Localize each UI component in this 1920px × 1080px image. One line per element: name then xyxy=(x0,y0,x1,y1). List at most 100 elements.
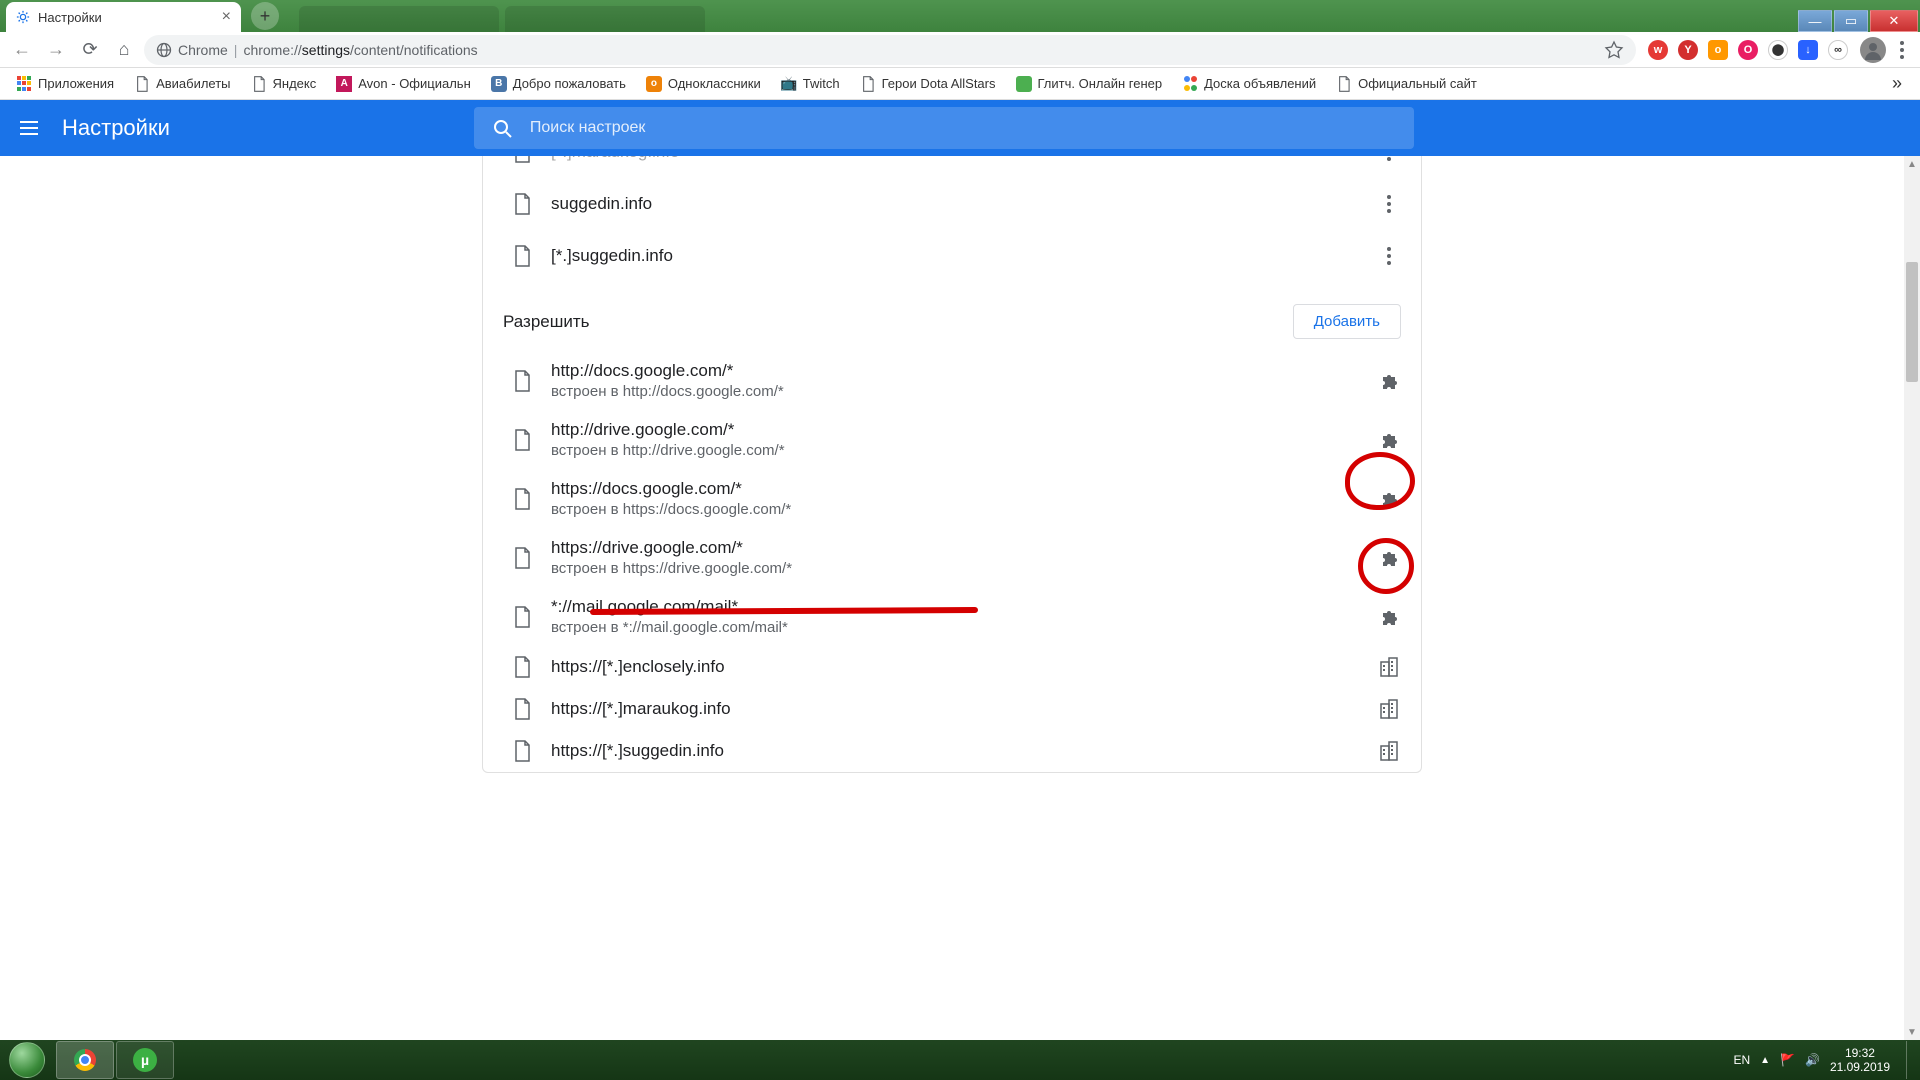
bookmark-label: Глитч. Онлайн генер xyxy=(1038,76,1163,91)
ext-vk-icon[interactable]: w xyxy=(1648,40,1668,60)
tray-volume-icon[interactable]: 🔊 xyxy=(1805,1053,1820,1067)
tab-title: Настройки xyxy=(38,10,102,25)
ext-unknown1-icon[interactable]: ⬤ xyxy=(1768,40,1788,60)
site-sub: встроен в http://docs.google.com/* xyxy=(551,383,1359,400)
site-row-blocked: [*.]maraukog.info xyxy=(483,156,1421,178)
ext-yab-icon[interactable]: Y xyxy=(1678,40,1698,60)
page-icon xyxy=(134,76,150,92)
site-more-button[interactable] xyxy=(1377,244,1401,268)
home-button[interactable]: ⌂ xyxy=(110,36,138,64)
file-icon xyxy=(513,740,531,762)
bookmark-twitch[interactable]: 📺Twitch xyxy=(773,72,848,96)
back-button[interactable]: ← xyxy=(8,36,36,64)
ext-opera-icon[interactable]: O xyxy=(1738,40,1758,60)
tab-close-icon[interactable]: × xyxy=(222,8,231,26)
building-icon[interactable] xyxy=(1379,698,1401,720)
scrollbar-thumb[interactable] xyxy=(1906,262,1918,382)
bookmark-avon[interactable]: A Avon - Официальн xyxy=(328,72,479,96)
bookmark-label: Авиабилеты xyxy=(156,76,230,91)
site-row-blocked: suggedin.info xyxy=(483,178,1421,230)
site-url: https://[*.]enclosely.info xyxy=(551,657,1359,677)
hamburger-menu-button[interactable] xyxy=(20,121,38,135)
file-icon xyxy=(513,698,531,720)
taskbar-utorrent[interactable]: µ xyxy=(116,1041,174,1079)
add-site-button[interactable]: Добавить xyxy=(1293,304,1401,339)
bookmark-ok[interactable]: oОдноклассники xyxy=(638,72,769,96)
scrollbar[interactable]: ▲ ▼ xyxy=(1904,156,1920,1040)
site-more-button[interactable] xyxy=(1377,192,1401,216)
file-icon xyxy=(513,245,531,267)
tray-arrow-icon[interactable]: ▲ xyxy=(1760,1055,1770,1066)
extension-icon[interactable] xyxy=(1379,547,1401,569)
settings-search-input[interactable] xyxy=(530,119,1396,137)
site-url: https://drive.google.com/* xyxy=(551,538,1359,558)
site-row-allowed: https://[*.]suggedin.info xyxy=(483,730,1421,772)
site-row-allowed: https://[*.]enclosely.info xyxy=(483,646,1421,688)
browser-menu-button[interactable] xyxy=(1892,41,1912,59)
scroll-down-button[interactable]: ▼ xyxy=(1904,1024,1920,1040)
bookmark-apps[interactable]: Приложения xyxy=(8,72,122,96)
settings-title: Настройки xyxy=(62,115,170,141)
bookmark-board[interactable]: Доска объявлений xyxy=(1174,72,1324,96)
extension-icon[interactable] xyxy=(1379,429,1401,451)
titlebar: Настройки × + — ▭ ✕ xyxy=(0,0,1920,32)
site-url: https://docs.google.com/* xyxy=(551,479,1359,499)
globe-icon xyxy=(156,42,172,58)
site-url: http://docs.google.com/* xyxy=(551,361,1359,381)
bookmark-label: Avon - Официальн xyxy=(358,76,471,91)
address-proto: Chrome xyxy=(178,42,228,58)
site-url: *://mail.google.com/mail* xyxy=(551,597,1359,617)
bookmark-vk[interactable]: BДобро пожаловать xyxy=(483,72,634,96)
extension-icon[interactable] xyxy=(1379,606,1401,628)
file-icon xyxy=(513,156,531,163)
page-icon xyxy=(1336,76,1352,92)
avon-icon: A xyxy=(336,76,352,92)
bookmark-dota[interactable]: Герои Dota AllStars xyxy=(852,72,1004,96)
bookmarks-bar: Приложения Авиабилеты Яндекс A Avon - Офи… xyxy=(0,68,1920,100)
profile-avatar[interactable] xyxy=(1860,37,1886,63)
scroll-up-button[interactable]: ▲ xyxy=(1904,156,1920,172)
site-url: https://[*.]suggedin.info xyxy=(551,741,1359,761)
system-tray: EN ▲ 🚩 🔊 19:32 21.09.2019 xyxy=(1727,1041,1920,1079)
extension-icon[interactable] xyxy=(1379,370,1401,392)
settings-body: [*.]maraukog.info suggedin.info [*.]sugg… xyxy=(0,156,1920,1040)
start-button[interactable] xyxy=(0,1040,54,1080)
tray-language[interactable]: EN xyxy=(1733,1053,1750,1067)
show-desktop-button[interactable] xyxy=(1906,1041,1914,1079)
bookmark-yandex[interactable]: Яндекс xyxy=(243,72,325,96)
new-tab-button[interactable]: + xyxy=(251,2,279,30)
bookmark-label: Приложения xyxy=(38,76,114,91)
windows-logo-icon xyxy=(9,1042,45,1078)
site-more-button[interactable] xyxy=(1377,156,1401,164)
site-url: https://[*.]maraukog.info xyxy=(551,699,1359,719)
bookmark-glitch[interactable]: Глитч. Онлайн генер xyxy=(1008,72,1171,96)
extension-icon[interactable] xyxy=(1379,488,1401,510)
building-icon[interactable] xyxy=(1379,740,1401,762)
site-sub: встроен в https://drive.google.com/* xyxy=(551,560,1359,577)
address-bar[interactable]: Chrome | chrome://settings/content/notif… xyxy=(144,35,1636,65)
tray-clock[interactable]: 19:32 21.09.2019 xyxy=(1830,1046,1896,1075)
site-row-allowed: *://mail.google.com/mail* встроен в *://… xyxy=(483,587,1421,646)
reload-button[interactable]: ⟳ xyxy=(76,36,104,64)
browser-tab[interactable]: Настройки × xyxy=(6,2,241,32)
bookmark-official[interactable]: Официальный сайт xyxy=(1328,72,1485,96)
tray-flag-icon[interactable]: 🚩 xyxy=(1780,1053,1795,1067)
browser-toolbar: ← → ⟳ ⌂ Chrome | chrome://settings/conte… xyxy=(0,32,1920,68)
maximize-button[interactable]: ▭ xyxy=(1834,10,1868,32)
star-icon[interactable] xyxy=(1604,40,1624,60)
ext-ok-icon[interactable]: o xyxy=(1708,40,1728,60)
close-window-button[interactable]: ✕ xyxy=(1870,10,1918,32)
settings-search-box[interactable] xyxy=(474,107,1414,149)
taskbar-chrome[interactable] xyxy=(56,1041,114,1079)
ext-link-icon[interactable]: ∞ xyxy=(1828,40,1848,60)
building-icon[interactable] xyxy=(1379,656,1401,678)
page-icon xyxy=(251,76,267,92)
minimize-button[interactable]: — xyxy=(1798,10,1832,32)
forward-button[interactable]: → xyxy=(42,36,70,64)
bookmark-flights[interactable]: Авиабилеты xyxy=(126,72,238,96)
bookmarks-overflow-button[interactable]: » xyxy=(1882,73,1912,94)
taskbar: µ EN ▲ 🚩 🔊 19:32 21.09.2019 xyxy=(0,1040,1920,1080)
site-url: suggedin.info xyxy=(551,194,1357,214)
ext-download-icon[interactable]: ↓ xyxy=(1798,40,1818,60)
bookmark-label: Официальный сайт xyxy=(1358,76,1477,91)
